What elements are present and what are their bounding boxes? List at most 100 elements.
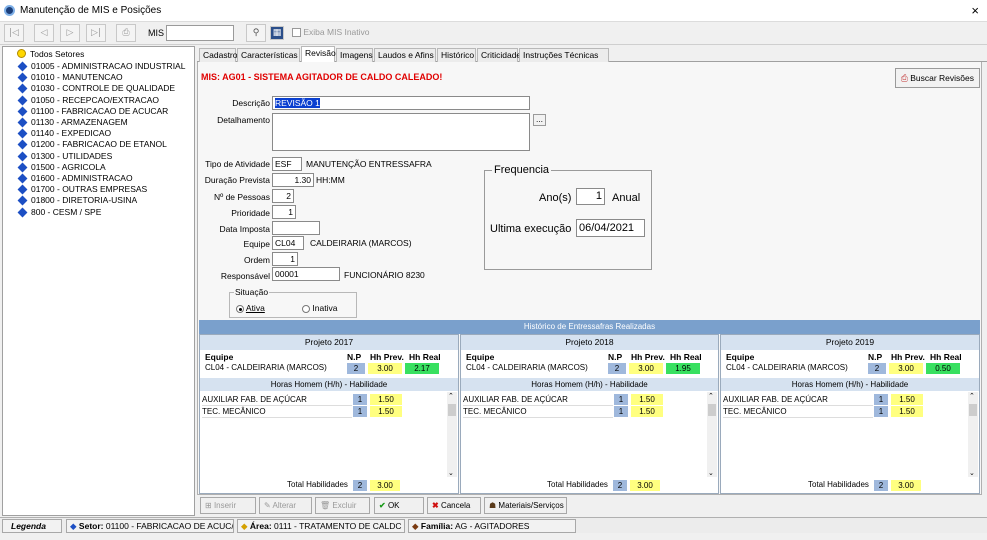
equipe-input[interactable]: CL04 <box>272 236 304 250</box>
prioridade-label: Prioridade <box>231 208 270 218</box>
materiais-button[interactable]: ☗ Materiais/Serviços <box>484 497 567 514</box>
data-input[interactable] <box>272 221 320 235</box>
inserir-button[interactable]: ⊞ Inserir <box>200 497 256 514</box>
title-bar: Manutenção de MIS e Posições × <box>0 0 987 22</box>
scroll-up-icon[interactable]: ⌃ <box>708 392 714 400</box>
tab-revis-o[interactable]: Revisão <box>301 46 336 63</box>
toolbar: |◁ ◁ ▷ ▷| ⎙ MIS ⚲ ▦ Exiba MIS Inativo <box>0 22 987 45</box>
np-cell: 2 <box>347 363 365 374</box>
skills-list[interactable]: AUXILIAR FAB. DE AÇÚCAR 1 1.50 TEC. MECÂNIC… <box>722 392 968 477</box>
print-icon[interactable]: ⎙ <box>116 24 136 42</box>
ordem-label: Ordem <box>244 255 270 265</box>
projeto-panel: Projeto 2019 Equipe N.P Hh Prev. Hh Real CL04… <box>720 334 980 494</box>
equipe-label: Equipe <box>243 239 270 249</box>
mis-input[interactable] <box>166 25 234 41</box>
tab-cadastro[interactable]: Cadastro <box>199 48 238 62</box>
people-icon: ☗ <box>489 501 497 510</box>
tipo-desc: MANUTENÇÃO ENTRESSAFRA <box>306 159 432 169</box>
tab-caracter-sticas[interactable]: Características <box>237 48 300 62</box>
scroll-down-icon[interactable]: ⌄ <box>969 469 975 477</box>
situacao-label: Situação <box>234 287 270 297</box>
np-cell: 2 <box>608 363 626 374</box>
tipo-input[interactable]: ESF <box>272 157 302 171</box>
historico-header: Histórico de Entressafras Realizadas <box>199 320 980 334</box>
close-button[interactable]: × <box>971 3 979 18</box>
scroll-down-icon[interactable]: ⌄ <box>708 469 714 477</box>
anual-label: Anual <box>612 192 641 204</box>
duracao-label: Duração Prevista <box>204 175 270 185</box>
tab-criticidade[interactable]: Criticidade <box>477 48 521 62</box>
descricao-input[interactable]: REVISÃO 1 <box>272 96 530 110</box>
ultima-label: Ultima execução <box>490 223 572 235</box>
scroll-up-icon[interactable]: ⌃ <box>969 392 975 400</box>
detalhamento-ellipsis-button[interactable]: ... <box>533 114 546 126</box>
inativa-radio[interactable]: Inativa <box>302 303 337 313</box>
np-cell: 2 <box>868 363 886 374</box>
sector-tree[interactable]: Todos Setores 01005 - ADMINISTRACAO INDU… <box>2 46 195 516</box>
descricao-label: Descrição <box>232 98 270 108</box>
detalhamento-input[interactable] <box>272 113 530 151</box>
projeto-title: Projeto 2018 <box>461 335 718 350</box>
x-icon: ✖ <box>432 501 439 510</box>
sector-icon <box>17 61 28 72</box>
ultima-input[interactable]: 06/04/2021 <box>576 219 645 237</box>
skills-list[interactable]: AUXILIAR FAB. DE AÇÚCAR 1 1.50 TEC. MECÂNIC… <box>201 392 447 477</box>
calendar-icon[interactable]: ▦ <box>270 26 284 40</box>
next-record-icon[interactable]: ▷ <box>60 24 80 42</box>
ok-button[interactable]: ✔ OK <box>374 497 424 514</box>
tab-laudos-e-afins[interactable]: Laudos e Afins <box>374 48 436 62</box>
sector-icon <box>17 95 28 106</box>
prioridade-input[interactable]: 1 <box>272 205 296 219</box>
anos-input[interactable]: 1 <box>576 188 605 205</box>
pessoas-input[interactable]: 2 <box>272 189 294 203</box>
tab-instru-es-t-cnicas[interactable]: Instruções Técnicas <box>519 48 609 62</box>
hh-prev-cell: 3.00 <box>629 363 663 374</box>
exibe-inativo-checkbox[interactable]: Exiba MIS Inativo <box>292 27 370 38</box>
familia-status: ◆ Família: AG - AGITADORES <box>408 519 576 533</box>
equipe-desc: CALDEIRARIA (MARCOS) <box>310 238 412 248</box>
sector-icon <box>17 128 28 139</box>
skill-row[interactable]: AUXILIAR FAB. DE AÇÚCAR 1 1.50 <box>723 394 969 406</box>
prev-record-icon[interactable]: ◁ <box>34 24 54 42</box>
legenda: Legenda <box>2 519 62 533</box>
skill-row[interactable]: TEC. MECÂNICO 1 1.50 <box>202 406 448 418</box>
skills-list[interactable]: AUXILIAR FAB. DE AÇÚCAR 1 1.50 TEC. MECÂNIC… <box>462 392 707 477</box>
sector-icon <box>17 106 28 117</box>
scroll-down-icon[interactable]: ⌄ <box>448 469 454 477</box>
anos-label: Ano(s) <box>539 192 572 204</box>
responsavel-input[interactable]: 00001 <box>272 267 340 281</box>
first-record-icon[interactable]: |◁ <box>4 24 24 42</box>
excluir-button[interactable]: 🗑 Excluir <box>315 497 370 514</box>
skills-scrollbar[interactable]: ⌃ ⌄ <box>707 392 717 477</box>
hh-real-cell: 0.50 <box>926 363 960 374</box>
projeto-title: Projeto 2019 <box>721 335 979 350</box>
alterar-button[interactable]: ✎ Alterar <box>259 497 312 514</box>
sector-icon <box>17 151 28 162</box>
buscar-revisoes-button[interactable]: ⎙ Buscar Revisões <box>895 68 980 88</box>
duracao-input[interactable]: 1.30 <box>272 173 314 187</box>
data-label: Data Imposta <box>219 224 270 234</box>
sector-icon <box>17 184 28 195</box>
ativa-radio[interactable]: Ativa <box>236 303 265 313</box>
horas-homem-header: Horas Homem (H/h) - Habilidade <box>461 378 718 391</box>
ordem-input[interactable]: 1 <box>272 252 298 266</box>
last-record-icon[interactable]: ▷| <box>86 24 106 42</box>
skill-row[interactable]: TEC. MECÂNICO 1 1.50 <box>723 406 969 418</box>
search-icon[interactable]: ⚲ <box>246 24 266 42</box>
horas-homem-header: Horas Homem (H/h) - Habilidade <box>200 378 458 391</box>
cancela-button[interactable]: ✖ Cancela <box>427 497 481 514</box>
skills-scrollbar[interactable]: ⌃ ⌄ <box>968 392 978 477</box>
tab-hist-rico[interactable]: Histórico <box>437 48 476 62</box>
skill-row[interactable]: AUXILIAR FAB. DE AÇÚCAR 1 1.50 <box>202 394 448 406</box>
skills-scrollbar[interactable]: ⌃ ⌄ <box>447 392 457 477</box>
lightbulb-icon <box>17 49 26 58</box>
skill-row[interactable]: AUXILIAR FAB. DE AÇÚCAR 1 1.50 <box>463 394 708 406</box>
pessoas-label: Nº de Pessoas <box>213 192 270 202</box>
scroll-up-icon[interactable]: ⌃ <box>448 392 454 400</box>
tab-imagens[interactable]: Imagens <box>336 48 373 62</box>
horas-homem-header: Horas Homem (H/h) - Habilidade <box>721 378 979 391</box>
sector-icon <box>17 207 28 218</box>
responsavel-label: Responsável <box>220 271 270 281</box>
duracao-unit: HH:MM <box>316 175 345 185</box>
skill-row[interactable]: TEC. MECÂNICO 1 1.50 <box>463 406 708 418</box>
